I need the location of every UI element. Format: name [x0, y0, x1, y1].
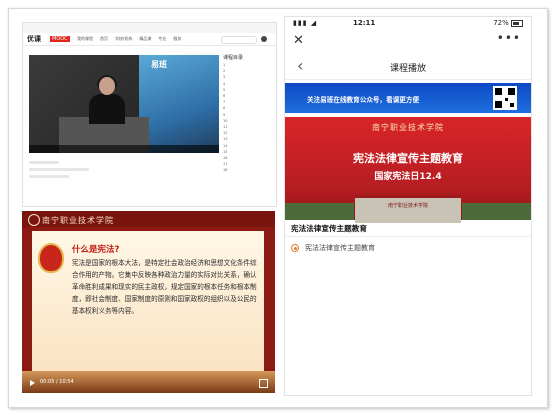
course-info [29, 157, 219, 197]
campus-building: 南宁职业技术学院 [355, 195, 461, 223]
nav-item[interactable]: 专业 [158, 36, 166, 42]
signal-icon: ▮▮▮ ◢ [293, 19, 318, 27]
play-icon[interactable] [30, 380, 35, 386]
school-seal-icon [28, 214, 40, 226]
divider [285, 236, 531, 237]
outline-title: 课程目录 [223, 55, 244, 61]
mooc-badge: MOOC [50, 36, 70, 42]
slide-question: 什么是宪法? [72, 245, 120, 255]
nav-items: 我的课程 首页 学校/机构 精品课 专业 服务 [77, 36, 181, 42]
radio-icon [291, 244, 299, 252]
wechat-bar: ✕ ••• [285, 31, 531, 53]
page-header: ‹ 课程播放 [285, 55, 531, 80]
lesson-label: 宪法法律宣传主题教育 [305, 244, 375, 252]
lecture-slide: 南宁职业技术学院 什么是宪法? 宪法是国家的根本大法，是特定社会政治经济和思想文… [22, 211, 275, 393]
course-poster[interactable]: 南宁职业技术学院 宪法法律宣传主题教育 国家宪法日12.4 南宁职业技术学院 [285, 117, 531, 223]
site-nav: 优课 MOOC 我的课程 首页 学校/机构 精品课 专业 服务 [23, 33, 276, 46]
follow-banner[interactable]: 关注易班在线教育公众号，看课更方便 [285, 83, 531, 113]
avatar[interactable] [261, 36, 267, 42]
poster-school-name: 南宁职业技术学院 [372, 123, 444, 132]
battery-icon [511, 19, 523, 27]
outline-item[interactable]: 18 [223, 167, 273, 173]
lesson-item[interactable]: 宪法法律宣传主题教育 [291, 243, 375, 253]
nav-item[interactable]: 学校/机构 [115, 36, 132, 42]
mooc-web-screenshot: 优课 MOOC 我的课程 首页 学校/机构 精品课 专业 服务 易班 课程目录 … [22, 22, 277, 207]
video-player[interactable]: 易班 [29, 55, 219, 153]
slide-text: 宪法是国家的根本大法，是特定社会政治经济和思想文化条件综合作用的产物。它集中反映… [72, 259, 257, 315]
page-title: 课程播放 [389, 64, 426, 74]
more-icon[interactable]: ••• [497, 31, 521, 45]
fullscreen-icon[interactable] [259, 379, 268, 388]
status-bar: ▮▮▮ ◢ 12:11 72% [285, 17, 531, 31]
yiban-logo: 易班 [151, 60, 167, 69]
slide-body: 什么是宪法? 宪法是国家的根本大法，是特定社会政治经济和思想文化条件综合作用的产… [32, 231, 264, 371]
search-input[interactable] [221, 36, 257, 44]
national-emblem-icon [38, 243, 64, 273]
slide-header: 南宁职业技术学院 [22, 211, 275, 227]
course-caption: 宪法法律宣传主题教育 [291, 224, 367, 233]
nav-item[interactable]: 服务 [173, 36, 181, 42]
banner-text: 关注易班在线教育公众号，看课更方便 [307, 96, 420, 104]
slide-player-controls: 00:05 / 10:54 [30, 379, 268, 391]
poster-title: 宪法法律宣传主题教育 [353, 152, 463, 165]
status-time: 12:11 [353, 19, 376, 27]
poster-subtitle: 国家宪法日12.4 [374, 172, 442, 182]
close-icon[interactable]: ✕ [293, 33, 304, 49]
site-logo[interactable]: 优课 [27, 35, 41, 43]
course-outline: 课程目录 1 2 3 4 5 6 7 8 9 10 11 12 13 14 15 16 17 18 [221, 55, 273, 203]
nav-item[interactable]: 我的课程 [77, 36, 93, 42]
playback-time: 00:05 / 10:54 [40, 379, 74, 385]
building-sign: 南宁职业技术学院 [387, 203, 428, 209]
school-name: 南宁职业技术学院 [42, 216, 114, 225]
nav-item[interactable]: 精品课 [139, 36, 151, 42]
battery-text: 72% [493, 19, 509, 27]
status-right: 72% [493, 19, 523, 27]
video-controls[interactable] [29, 145, 219, 153]
phone-screenshot: ▮▮▮ ◢ 12:11 72% ✕ ••• ‹ 课程播放 关注易班在线教育公众号… [284, 16, 532, 396]
qr-code-icon [493, 86, 517, 110]
lecturer [89, 75, 125, 124]
nav-item[interactable]: 首页 [100, 36, 108, 42]
